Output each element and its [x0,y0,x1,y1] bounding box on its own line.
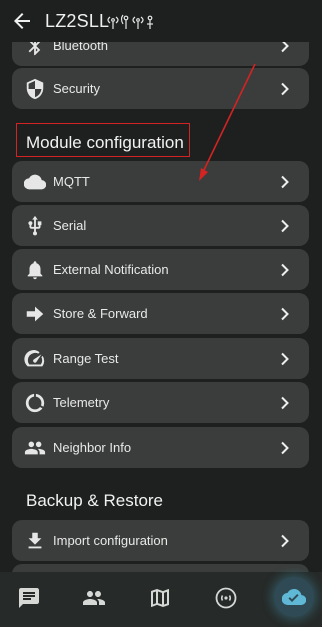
annotation-highlight-box [16,123,190,157]
settings-row-import-configuration[interactable]: Import configuration [12,520,309,561]
settings-row-label: Import configuration [53,533,168,548]
speedometer-icon [24,350,45,367]
chevron-right-icon [281,219,289,233]
settings-row-telemetry[interactable]: Telemetry [12,382,309,423]
cloud-icon [24,174,46,190]
telemetry-icon [25,393,45,413]
settings-row-label: Security [53,81,100,96]
map-icon[interactable] [148,586,172,610]
settings-row-label: Store & Forward [53,306,148,321]
chevron-right-icon [281,396,289,410]
arrow-forward-icon [26,306,44,322]
cloud-check-icon [282,588,306,606]
settings-list[interactable]: Bluetooth Security Module configuration … [0,42,322,572]
antenna-icon [107,14,153,29]
people-icon[interactable] [82,586,106,610]
section-title-backup-restore: Backup & Restore [26,491,164,510]
bell-icon [27,261,43,280]
settings-row-bluetooth[interactable]: Bluetooth [12,42,309,66]
chevron-right-icon [281,441,289,455]
settings-row-security[interactable]: Security [12,68,309,109]
chevron-right-icon [281,263,289,277]
chevron-right-icon [281,352,289,366]
bluetooth-icon [28,42,41,56]
settings-row-label: Serial [53,218,87,233]
chevron-right-icon [281,175,289,189]
settings-row-external-notification[interactable]: External Notification [12,249,309,290]
shield-icon [26,78,44,100]
download-icon [28,532,42,549]
settings-row-export-configuration[interactable] [12,564,309,572]
settings-row-range-test[interactable]: Range Test [12,338,309,379]
settings-row-label: Bluetooth [53,42,108,53]
settings-row-label: External Notification [53,262,169,277]
chat-icon[interactable] [17,586,41,610]
page-title: LZ2SLL [45,11,110,31]
chevron-right-icon [281,42,289,53]
chevron-right-icon [281,534,289,548]
settings-row-label: Telemetry [53,395,110,410]
signal-icon[interactable] [214,586,238,610]
settings-row-serial[interactable]: Serial [12,205,309,246]
chevron-right-icon [281,82,289,96]
usb-icon [28,215,42,236]
settings-row-neighbor-info[interactable]: Neighbor Info [12,427,309,468]
settings-row-store-forward[interactable]: Store & Forward [12,293,309,334]
people-icon [24,441,46,455]
settings-row-label: Neighbor Info [53,440,132,455]
top-app-bar: LZ2SLL [0,0,322,42]
settings-row-label: MQTT [53,174,90,189]
settings-row-label: Range Test [53,351,119,366]
chevron-right-icon [281,307,289,321]
back-arrow-icon[interactable] [10,9,34,33]
settings-row-mqtt[interactable]: MQTT [12,161,309,202]
bottom-navigation [0,572,322,627]
nav-settings-active[interactable] [274,577,314,617]
